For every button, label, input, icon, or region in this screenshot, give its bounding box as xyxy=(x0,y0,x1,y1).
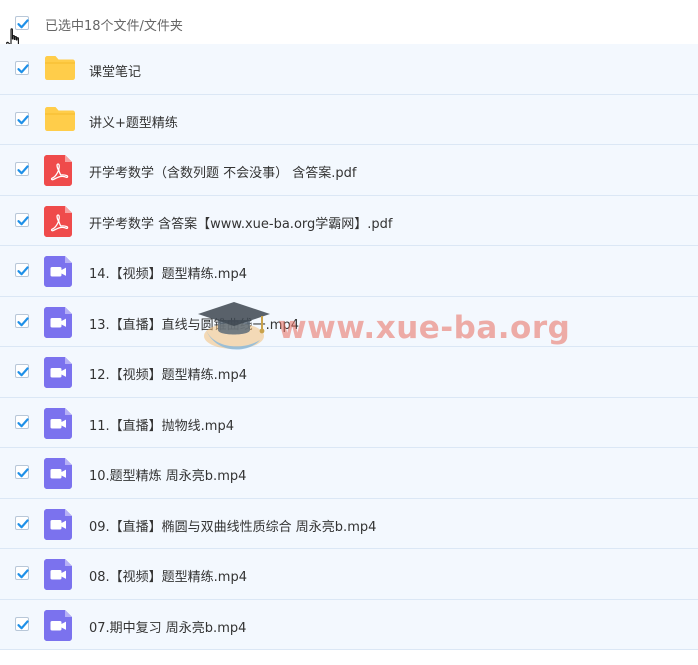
file-name[interactable]: 课堂笔记 xyxy=(89,61,141,80)
file-checkbox[interactable] xyxy=(15,566,29,580)
pdf-file-icon xyxy=(44,205,74,241)
file-name[interactable]: 08.【视频】题型精练.mp4 xyxy=(89,566,247,585)
checkmark-icon xyxy=(17,518,29,528)
file-checkbox[interactable] xyxy=(15,61,29,75)
video-file-icon xyxy=(44,306,74,342)
video-file-icon xyxy=(44,256,74,291)
file-row[interactable]: 07.期中复习 周永亮b.mp4 xyxy=(0,599,698,650)
file-checkbox[interactable] xyxy=(15,111,29,126)
file-name[interactable]: 14.【视频】题型精练.mp4 xyxy=(89,263,247,282)
video-file-icon xyxy=(44,407,74,443)
file-row[interactable]: 讲义+题型精练 xyxy=(0,94,698,145)
file-row[interactable]: 14.【视频】题型精练.mp4 xyxy=(0,246,698,297)
folder-icon xyxy=(44,55,76,85)
file-checkbox[interactable] xyxy=(15,212,29,227)
watermark-text: www.xue-ba.org xyxy=(278,310,571,346)
checkmark-icon xyxy=(17,64,29,74)
checkmark-icon xyxy=(17,114,29,124)
video-file-icon xyxy=(44,609,74,645)
checkmark-icon xyxy=(17,367,29,377)
file-row[interactable]: 课堂笔记 xyxy=(0,44,698,95)
file-name[interactable]: 09.【直播】椭圆与双曲线性质综合 周永亮b.mp4 xyxy=(89,516,376,535)
file-name[interactable]: 11.【直播】抛物线.mp4 xyxy=(89,415,234,434)
video-file-icon xyxy=(44,357,74,392)
file-row[interactable]: 11.【直播】抛物线.mp4 xyxy=(0,397,698,448)
graduation-cap-icon xyxy=(198,302,270,350)
file-name[interactable]: 10.题型精炼 周永亮b.mp4 xyxy=(89,465,246,484)
file-checkbox[interactable] xyxy=(15,515,29,530)
file-name[interactable]: 12.【视频】题型精练.mp4 xyxy=(89,364,247,383)
selection-count-label: 已选中18个文件/文件夹 xyxy=(45,19,183,34)
video-file-icon xyxy=(44,559,74,594)
file-name[interactable]: 讲义+题型精练 xyxy=(89,112,178,131)
watermark: www.xue-ba.org xyxy=(190,294,570,364)
file-row[interactable]: 09.【直播】椭圆与双曲线性质综合 周永亮b.mp4 xyxy=(0,498,698,549)
checkmark-icon xyxy=(17,215,29,225)
checkmark-icon xyxy=(17,468,29,478)
file-checkbox[interactable] xyxy=(15,313,29,328)
checkmark-icon xyxy=(17,619,29,629)
file-checkbox[interactable] xyxy=(15,414,29,429)
file-name[interactable]: 开学考数学 含答案【www.xue-ba.org学霸网】.pdf xyxy=(89,213,392,232)
folder-icon xyxy=(44,106,76,136)
video-file-icon xyxy=(44,458,74,493)
checkmark-icon xyxy=(17,569,29,579)
file-checkbox[interactable] xyxy=(15,162,29,176)
pdf-file-icon xyxy=(44,155,74,190)
file-checkbox[interactable] xyxy=(15,465,29,479)
checkmark-icon xyxy=(17,165,29,175)
file-name[interactable]: 07.期中复习 周永亮b.mp4 xyxy=(89,617,246,636)
file-row[interactable]: 08.【视频】题型精练.mp4 xyxy=(0,549,698,600)
file-row[interactable]: 10.题型精炼 周永亮b.mp4 xyxy=(0,448,698,499)
file-checkbox[interactable] xyxy=(15,364,29,378)
checkmark-icon xyxy=(17,266,29,276)
checkmark-icon xyxy=(17,417,29,427)
checkmark-icon xyxy=(17,316,29,326)
file-row[interactable]: 开学考数学（含数列题 不会没事） 含答案.pdf xyxy=(0,145,698,196)
selection-header: 已选中18个文件/文件夹 xyxy=(0,0,698,52)
video-file-icon xyxy=(44,508,74,544)
file-name[interactable]: 开学考数学（含数列题 不会没事） 含答案.pdf xyxy=(89,162,356,181)
file-checkbox[interactable] xyxy=(15,616,29,631)
file-checkbox[interactable] xyxy=(15,263,29,277)
file-row[interactable]: 开学考数学 含答案【www.xue-ba.org学霸网】.pdf xyxy=(0,195,698,246)
